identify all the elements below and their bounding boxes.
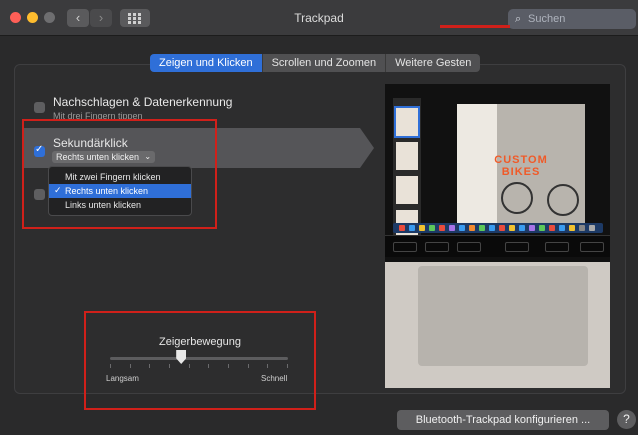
- preview-touch-bar: [385, 235, 610, 257]
- lookup-checkbox[interactable]: [34, 102, 45, 113]
- trackpad-preferences-window: ‹ › Trackpad ⌕ Suchen Zeigen und Klicken…: [0, 0, 638, 435]
- tab-weitere-gesten[interactable]: Weitere Gesten: [386, 54, 481, 72]
- tab-scrollen-und-zoomen[interactable]: Scrollen und Zoomen: [262, 54, 387, 72]
- search-icon: ⌕: [515, 13, 522, 25]
- title-bar: ‹ › Trackpad ⌕ Suchen: [0, 0, 638, 36]
- search-placeholder: Suchen: [528, 13, 566, 25]
- configure-bluetooth-trackpad-button[interactable]: Bluetooth-Trackpad konfigurieren ...: [397, 410, 609, 430]
- slide-headline: CUSTOM BIKES: [494, 154, 548, 178]
- annotation-box-pointer-speed: [84, 311, 316, 410]
- annotation-box-secondary-click: [22, 119, 217, 229]
- preview-slide: CUSTOM BIKES: [457, 104, 585, 224]
- highlight-arrow: [360, 128, 374, 168]
- help-button[interactable]: ?: [617, 410, 636, 429]
- gesture-preview-image: CUSTOM BIKES: [385, 84, 610, 388]
- tab-zeigen-und-klicken[interactable]: Zeigen und Klicken: [150, 54, 263, 72]
- preview-trackpad: [418, 266, 588, 366]
- preview-dock: [393, 223, 603, 233]
- lookup-label: Nachschlagen & Datenerkennung: [53, 95, 233, 109]
- tab-bar: Zeigen und Klicken Scrollen und Zoomen W…: [150, 54, 481, 72]
- annotation-underline: [440, 25, 510, 28]
- preview-screen: CUSTOM BIKES: [385, 84, 610, 262]
- search-field[interactable]: ⌕ Suchen: [508, 9, 636, 29]
